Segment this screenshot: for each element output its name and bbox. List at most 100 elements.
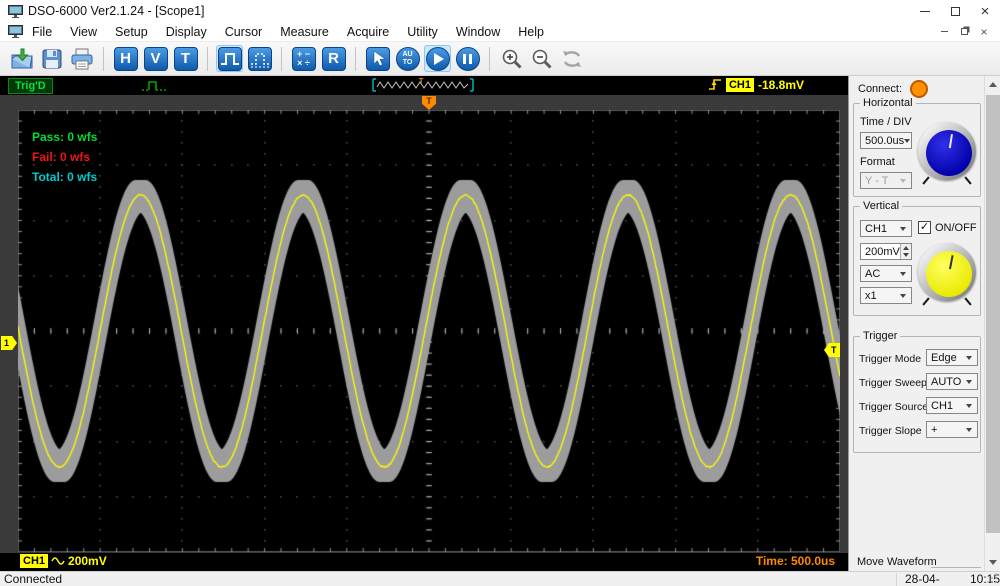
chevron-down-icon [966,428,972,432]
total-counter: Total: 0 wfs [32,167,97,187]
menu-item-measure[interactable]: Measure [271,23,338,41]
minimize-button[interactable] [910,0,940,22]
mdi-restore-button[interactable] [954,24,974,40]
format-select[interactable]: Y - T [860,172,912,189]
math-button[interactable]: + −× ÷ [290,45,317,72]
pass-fail-test-button[interactable] [216,45,243,72]
menu-item-cursor[interactable]: Cursor [216,23,272,41]
v-icon: V [144,47,168,71]
stepper-down-button[interactable] [901,252,911,260]
vertical-group-title: Vertical [860,200,902,212]
horizontal-group-title: Horizontal [860,97,916,109]
fail-counter: Fail: 0 wfs [32,147,97,167]
play-icon [434,53,444,65]
pause-icon [463,54,472,64]
menu-item-display[interactable]: Display [157,23,216,41]
save-floppy-icon [41,48,63,70]
app-icon [8,5,23,18]
menu-item-view[interactable]: View [61,23,106,41]
trigger-source-badge: CH1 [726,78,754,92]
menu-item-help[interactable]: Help [509,23,553,41]
ac-coupling-icon [51,556,65,566]
coupling-select[interactable]: AC [860,265,912,282]
time-div-label: Time / DIV [860,116,912,128]
knob-tick [964,176,971,184]
connect-status-indicator[interactable] [910,80,928,98]
volts-div-stepper[interactable]: 200mV [860,243,912,260]
close-button[interactable]: × [970,0,1000,22]
application-window: DSO-6000 Ver2.1.24 - [Scope1] × File Vie… [0,0,1000,586]
status-time: 10:15 [970,572,1000,586]
trigger-settings-button[interactable]: T [172,45,199,72]
time-div-select[interactable]: 500.0us [860,132,912,149]
menu-item-setup[interactable]: Setup [106,23,157,41]
scrollbar-thumb[interactable] [986,95,1000,533]
toolbar-separator [355,47,356,71]
status-date: 28-04-2016 [905,572,956,586]
reference-button[interactable]: R [320,45,347,72]
mdi-minimize-button[interactable] [934,24,954,40]
refresh-button[interactable] [558,45,585,72]
auto-setup-button[interactable]: AUTO [394,45,421,72]
trigger-mode-select[interactable]: Edge [926,349,978,366]
menu-item-file[interactable]: File [23,23,61,41]
trigger-sweep-label: Trigger Sweep [859,377,927,389]
knob-pointer [949,134,953,148]
maximize-icon [951,7,960,16]
svg-text:T: T [419,78,424,85]
scroll-down-button[interactable] [985,554,1000,571]
trigger-group: Trigger Trigger Mode Edge Trigger Sweep … [853,336,981,453]
zoom-out-button[interactable] [528,45,555,72]
mdi-close-button[interactable]: × [974,24,994,40]
horizontal-position-knob[interactable] [916,120,978,182]
panel-scrollbar[interactable] [984,76,1000,571]
pass-counter: Pass: 0 wfs [32,127,97,147]
mdi-restore-icon [961,28,968,35]
stepper-up-button[interactable] [901,244,911,252]
trigger-sweep-select[interactable]: AUTO [926,373,978,390]
waveform-display[interactable] [18,110,840,552]
format-label: Format [860,156,895,168]
zoom-in-icon [500,47,524,71]
channel-onoff-checkbox[interactable]: ✓ ON/OFF [918,221,977,234]
trigger-slope-select[interactable]: + [926,421,978,438]
vertical-settings-button[interactable]: V [142,45,169,72]
open-file-button[interactable] [8,45,35,72]
maximize-button[interactable] [940,0,970,22]
trigger-position-marker[interactable]: T [422,96,436,110]
channel-select[interactable]: CH1 [860,220,912,237]
cursor-tool-button[interactable] [364,45,391,72]
mask-setup-button[interactable] [246,45,273,72]
trigger-source-select[interactable]: CH1 [926,397,978,414]
pulse-icon [219,48,241,70]
trigger-status-badge: Trig'D [8,78,53,94]
print-button[interactable] [68,45,95,72]
menu-item-window[interactable]: Window [447,23,509,41]
vertical-position-knob[interactable] [916,241,978,303]
pause-button[interactable] [454,45,481,72]
channel1-readout: CH1 200mV [20,554,107,568]
scroll-up-button[interactable] [985,76,1000,93]
menu-item-acquire[interactable]: Acquire [338,23,398,41]
dotted-pulse-icon [249,48,271,70]
horizontal-settings-button[interactable]: H [112,45,139,72]
channel1-position-marker[interactable]: 1 [1,336,17,350]
knob-tick [922,297,929,305]
mdi-minimize-icon [941,31,948,32]
menu-item-utility[interactable]: Utility [398,23,447,41]
arrow-down-icon [903,253,909,257]
resize-grip[interactable] [995,581,997,583]
probe-attenuation-select[interactable]: x1 [860,287,912,304]
save-button[interactable] [38,45,65,72]
toolbar-separator [103,47,104,71]
h-icon: H [114,47,138,71]
chevron-down-icon [900,272,906,276]
horizontal-group: Horizontal Time / DIV 500.0us Format Y -… [853,103,981,197]
printer-icon [70,48,94,70]
run-button[interactable] [424,45,451,72]
waveform-preview-bar[interactable]: T [368,77,478,93]
toolbar-separator [281,47,282,71]
zoom-in-button[interactable] [498,45,525,72]
math-icon: + −× ÷ [297,50,310,68]
toolbar: H V T + −× ÷ R AUTO [0,42,1000,76]
